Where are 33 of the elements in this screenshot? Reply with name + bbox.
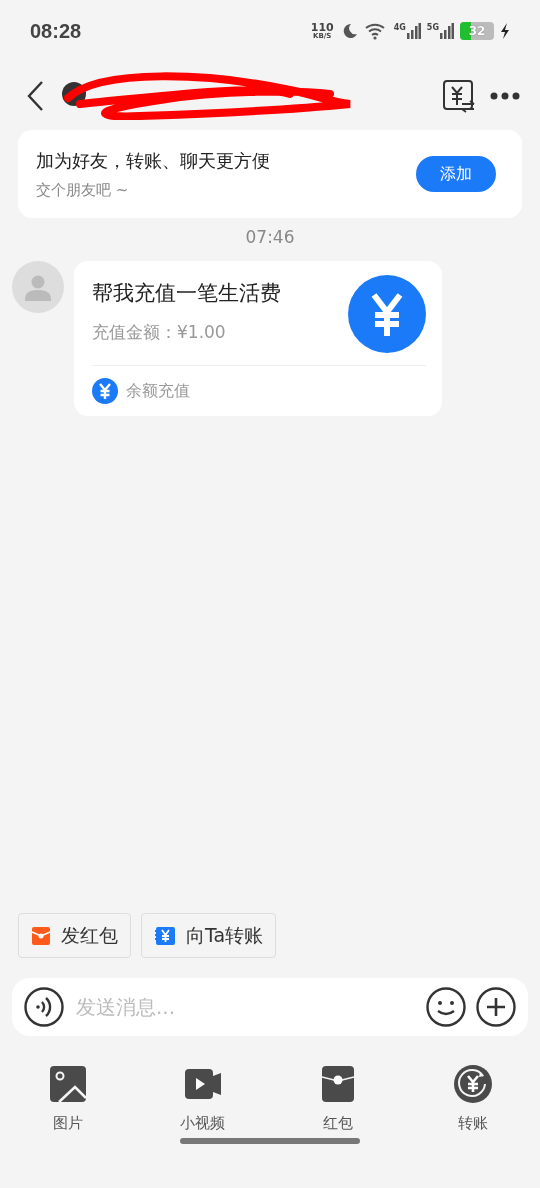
transfer-chip[interactable]: 向Ta转账 <box>141 913 277 958</box>
image-tool[interactable]: 图片 <box>22 1064 113 1138</box>
emoji-icon[interactable] <box>426 987 466 1027</box>
envelope-icon <box>320 1064 355 1104</box>
recharge-amount: 充值金额：¥1.00 <box>92 321 227 344</box>
transfer-tool[interactable]: 转账 <box>427 1064 518 1138</box>
back-icon[interactable] <box>26 80 46 112</box>
recharge-type: 余额充值 <box>126 380 190 402</box>
yuan-card-icon <box>154 925 176 946</box>
add-button[interactable]: 添加 <box>416 156 496 192</box>
image-icon <box>48 1064 87 1104</box>
yuan-icon <box>348 275 426 353</box>
signal-4g: 4G <box>393 23 421 39</box>
envelope-icon <box>31 925 51 946</box>
yuan-icon <box>92 378 118 404</box>
transfer-icon[interactable] <box>442 79 476 113</box>
status-time: 08:28 <box>30 19 82 43</box>
message-field[interactable]: 发送消息... <box>12 978 528 1036</box>
yuan-refresh-icon <box>452 1064 493 1104</box>
redpacket-tool[interactable]: 红包 <box>292 1064 383 1138</box>
message-time: 07:46 <box>245 227 295 247</box>
add-friend-subtitle: 交个朋友吧 ~ <box>36 180 130 200</box>
envelope-chip[interactable]: 发红包 <box>18 913 131 958</box>
recharge-message-card[interactable]: 帮我充值一笔生活费 充值金额：¥1.00 余额充值 <box>74 261 442 416</box>
voice-icon[interactable] <box>24 987 64 1027</box>
signal-5g: 5G <box>426 23 454 39</box>
video-tool[interactable]: 小视频 <box>157 1064 248 1138</box>
add-friend-title: 加为好友，转账、聊天更方便 <box>36 148 270 173</box>
more-icon[interactable] <box>490 91 520 101</box>
message-title: 帮我充值一笔生活费 <box>92 280 281 307</box>
avatar-icon <box>12 261 64 313</box>
message-input[interactable]: 发送消息... <box>74 994 416 1020</box>
plus-icon[interactable] <box>476 987 516 1027</box>
